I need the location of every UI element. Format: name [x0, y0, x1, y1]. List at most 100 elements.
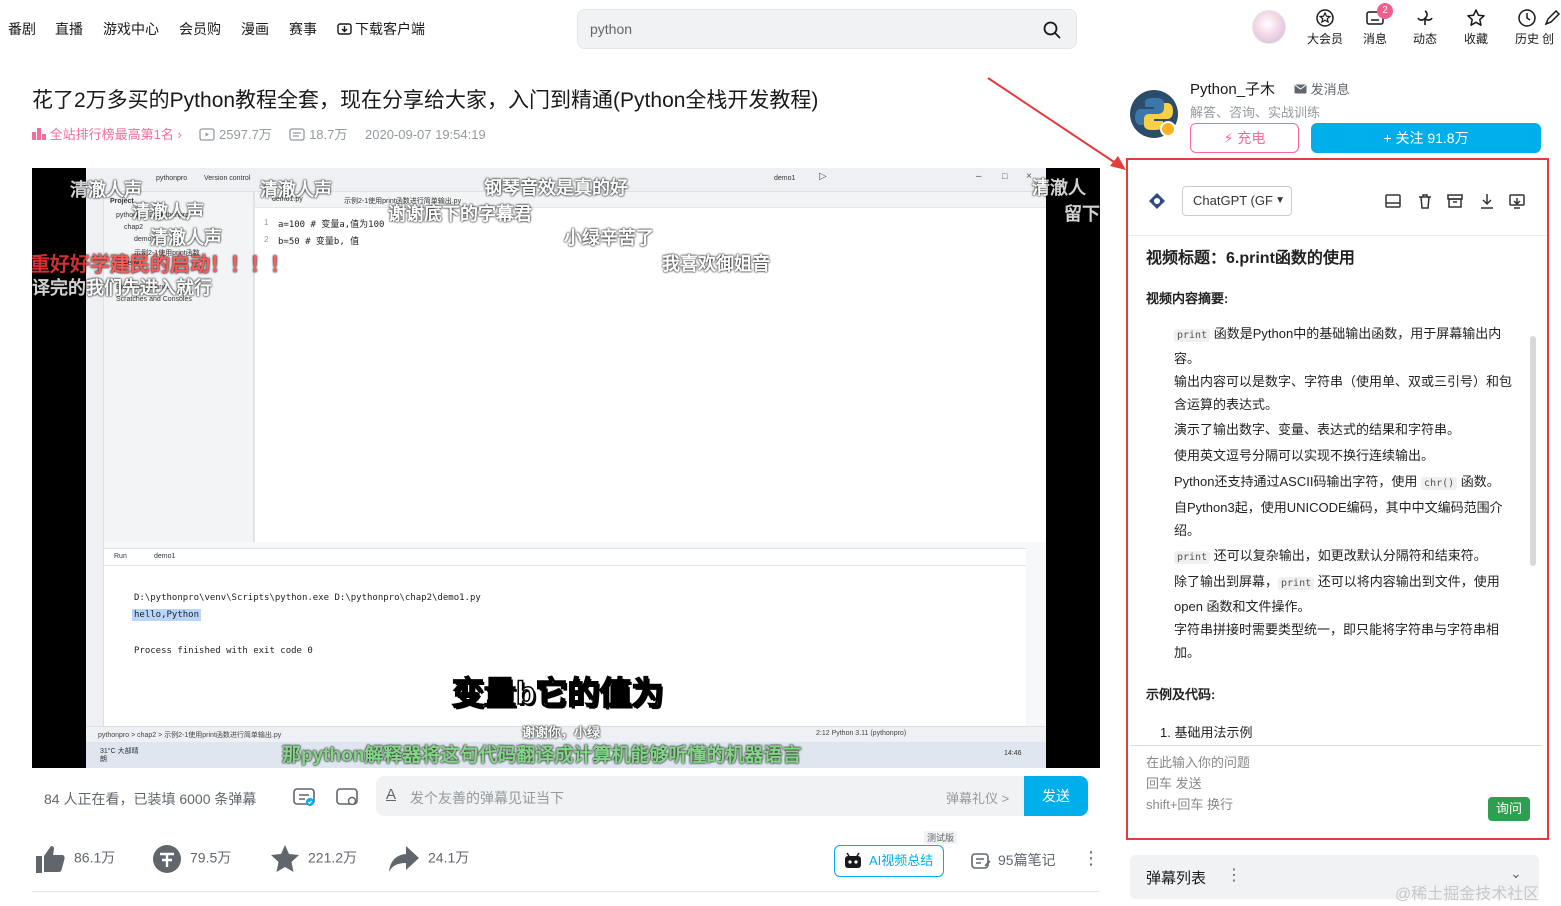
summary-bullet: 字符串拼接时需要类型统一，即只能将字符串与字符串相加。 [1174, 622, 1500, 660]
model-select-value: ChatGPT (GF [1193, 193, 1273, 208]
danmaku-bar: 84 人正在看，已装填 6000 条弹幕 A 发个友善的弹幕见证当下 弹幕礼仪 … [32, 772, 1100, 824]
chat-scrollbar[interactable] [1530, 336, 1536, 566]
danmaku-settings-icon[interactable] [335, 786, 359, 808]
annotation-arrow [987, 77, 1126, 170]
danmaku-comment: 谢谢你，小绿 [522, 725, 601, 740]
danmaku-toggle-icon[interactable] [292, 786, 316, 808]
nav-history-label: 历史 [1514, 32, 1539, 46]
divider [32, 891, 1100, 892]
thumbs-up-icon [36, 846, 65, 873]
favorite-button[interactable]: 221.2万 [270, 844, 357, 874]
window-icon[interactable] [1384, 192, 1402, 210]
search-input[interactable] [590, 18, 1020, 40]
video-player[interactable]: pythonpro Version control demo1 ▷ – □ × … [32, 168, 1100, 768]
summary-bullet: 输出内容可以是数字、字符串（使用单、双或三引号）和包含运算的表达式。 [1174, 374, 1513, 412]
ask-button[interactable]: 询问 [1488, 797, 1530, 821]
ai-summary-button[interactable]: AI视频总结 [834, 845, 944, 877]
chat-header: ChatGPT (GF ▼ [1128, 160, 1547, 236]
export-icon[interactable] [1508, 192, 1526, 210]
nav-dynamic-label: 动态 [1412, 32, 1437, 46]
watching-count: 84 人正在看，已装填 6000 条弹幕 [44, 791, 257, 807]
charge-button[interactable]: ⚡ 充电 [1190, 123, 1299, 153]
nav-dynamic[interactable]: 动态 [1403, 8, 1447, 47]
danmaku-comment: 谢谢底下的字幕君 [388, 204, 532, 224]
summary-video-title: 视频标题：6.print函数的使用 [1146, 250, 1355, 267]
views-count: 2597.7万 [219, 127, 272, 142]
search-icon[interactable] [1042, 20, 1062, 40]
nav-message[interactable]: 2 消息 [1353, 3, 1397, 47]
share-button[interactable]: 24.1万 [388, 844, 469, 874]
text-style-icon[interactable]: A [386, 786, 396, 803]
model-select[interactable]: ChatGPT (GF ▼ [1182, 186, 1292, 216]
danmaku-list-label: 弹幕列表 [1146, 870, 1207, 887]
like-count: 86.1万 [74, 849, 116, 866]
question-input[interactable]: 在此输入你的问题 回车 发送 shift+回车 换行 询问 [1130, 745, 1542, 835]
share-count: 24.1万 [428, 849, 470, 866]
danmaku-comment: 译完的我们先进入就行 [32, 278, 212, 298]
danmaku-comment: 清澈人声 [132, 202, 204, 222]
question-placeholder: 在此输入你的问题 回车 发送 shift+回车 换行 [1146, 755, 1251, 812]
ai-summary-label: AI视频总结 [869, 853, 934, 868]
trash-icon[interactable] [1416, 192, 1434, 210]
coin-button[interactable]: 79.5万 [152, 844, 231, 874]
line-number: 2 [264, 235, 269, 244]
follow-button[interactable]: + 关注 91.8万 [1311, 123, 1541, 153]
tree-item: chap2 [124, 224, 144, 231]
archive-icon[interactable] [1446, 192, 1464, 210]
danmaku-etiquette-link[interactable]: 弹幕礼仪 > [946, 788, 1009, 807]
more-options-icon[interactable]: ⋮ [1082, 848, 1100, 869]
like-button[interactable]: 86.1万 [34, 844, 115, 874]
danmaku-comment: 小绿辛苦了 [564, 228, 654, 248]
publish-date: 2020-09-07 19:54:19 [365, 127, 486, 142]
nav-item-esports[interactable]: 赛事 [289, 19, 317, 39]
star-icon [1467, 9, 1485, 26]
nav-vip-label: 大会员 [1306, 32, 1343, 46]
nav-item-anime[interactable]: 番剧 [8, 19, 36, 39]
inline-code: print [1174, 551, 1211, 564]
uploader-name[interactable]: Python_子木 [1190, 78, 1275, 99]
bullet-text: 函数是Python中的基础输出函数，用于屏幕输出内容。 [1174, 326, 1502, 366]
lightning-icon: ⚡ [1223, 130, 1234, 146]
run-label: Run [114, 553, 127, 560]
nav-vip[interactable]: 大会员 [1303, 8, 1347, 47]
robot-icon [845, 852, 861, 868]
nav-item-download[interactable]: 下载客户端 [337, 19, 425, 39]
notes-button[interactable]: 95篇笔记 [970, 850, 1056, 871]
console-line: Process finished with exit code 0 [134, 646, 313, 656]
rank-badge[interactable]: 全站排行榜最高第1名 › [32, 127, 185, 142]
bullet-text: 还可以复杂输出，如更改默认分隔符和结束符。 [1210, 548, 1487, 563]
chat-messages: 视频标题：6.print函数的使用 视频内容摘要: print 函数是Pytho… [1128, 236, 1540, 740]
nav-item-mall[interactable]: 会员购 [179, 19, 221, 39]
danmaku-comment: 清澈人声 [150, 228, 222, 248]
nav-item-manga[interactable]: 漫画 [241, 19, 269, 39]
download-icon[interactable] [1478, 192, 1496, 210]
clock-icon [1518, 9, 1536, 27]
danmaku-comment: 清澈人声 [260, 180, 332, 200]
send-danmaku-button[interactable]: 发送 [1024, 776, 1088, 816]
nav-create[interactable]: 创 [1542, 8, 1561, 47]
danmaku-comment: 我喜欢御姐音 [662, 254, 770, 274]
video-title: 花了2万多买的Python教程全套，现在分享给大家，入门到精通(Python全栈… [32, 89, 819, 112]
send-message-link[interactable]: 发消息 [1294, 79, 1350, 98]
nav-item-game-center[interactable]: 游戏中心 [103, 19, 159, 39]
summary-bullet: 演示了输出数字、变量、表达式的结果和字符串。 [1174, 422, 1461, 437]
summary-bullet: 自Python3起，使用UNICODE编码，其中中文编码范围介绍。 [1174, 500, 1503, 538]
notes-icon [971, 853, 991, 870]
video-subtitle: 变量b它的值为 [451, 674, 664, 712]
summary-bullet: print 函数是Python中的基础输出函数，用于屏幕输出内容。 [1174, 322, 1520, 370]
danmaku-input-box[interactable]: A 发个友善的弹幕见证当下 弹幕礼仪 > [376, 776, 1026, 816]
taskbar-time: 14:46 [1004, 750, 1022, 757]
nav-favorites[interactable]: 收藏 [1454, 8, 1498, 47]
more-options-icon[interactable]: ⋮ [1226, 865, 1242, 885]
inline-code: print [1278, 577, 1315, 590]
nav-message-label: 消息 [1362, 32, 1387, 46]
coin-count: 79.5万 [190, 849, 232, 866]
nav-favorites-label: 收藏 [1463, 32, 1488, 46]
status-path: pythonpro > chap2 > 示例2-1使用print函数进行简单输出… [98, 732, 282, 739]
user-avatar[interactable] [1252, 10, 1286, 44]
console-line: D:\pythonpro\venv\Scripts\python.exe D:\… [134, 593, 481, 603]
danmaku-input[interactable]: 发个友善的弹幕见证当下 [410, 788, 564, 808]
watermark: @稀土掘金技术社区 [1395, 886, 1540, 903]
nav-item-live[interactable]: 直播 [55, 19, 83, 39]
bullet-text: Python还支持通过ASCII码输出字符，使用 [1174, 474, 1422, 489]
